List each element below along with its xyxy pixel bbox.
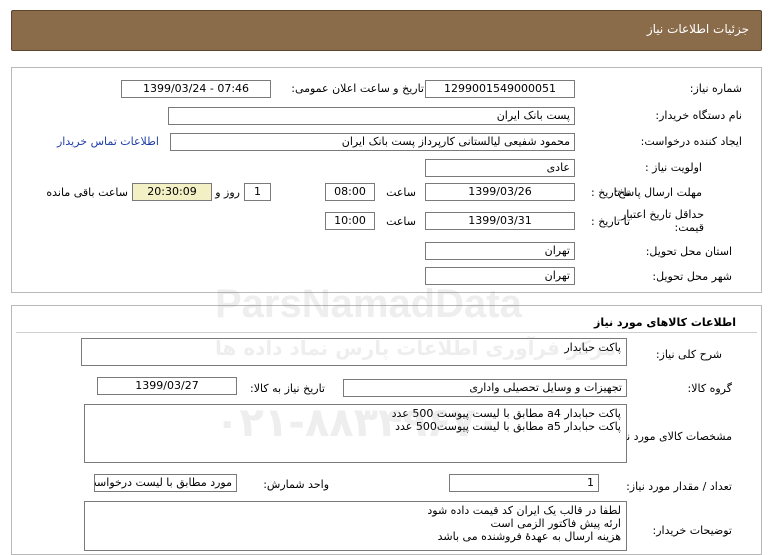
buyer-note-line: ارئه پیش فاکتور الزمی است	[490, 517, 622, 530]
announce-date-field: 1399/03/24 - 07:46	[121, 80, 271, 98]
page-title: جزئیات اطلاعات نیاز	[646, 22, 749, 36]
buyer-org-field: پست بانک ایران	[168, 107, 575, 125]
reply-time-field: 08:00	[325, 183, 375, 201]
need-date-field: 1399/03/27	[97, 377, 237, 395]
buyer-note-line: هزینه ارسال به عهدهٔ فروشنده می باشد	[437, 530, 621, 543]
quantity-field: 1	[449, 474, 599, 492]
validity-time-field: 10:00	[325, 212, 375, 230]
goods-section-title: اطلاعات کالاهای مورد نیاز	[594, 316, 736, 329]
remaining-time-field: 20:30:09	[132, 183, 212, 201]
need-info-panel	[11, 67, 762, 293]
need-summary-label: شرح کلی نیاز:	[655, 348, 722, 361]
city-field: تهران	[425, 267, 575, 285]
goods-spec-line: پاکت حبابدار a4 مطابق با لیست پیوست 500 …	[391, 407, 621, 420]
page-header: جزئیات اطلاعات نیاز	[11, 10, 762, 51]
priority-label: اولویت نیاز :	[644, 161, 702, 174]
goods-section-divider	[16, 332, 757, 333]
buyer-org-label: نام دستگاه خریدار:	[655, 109, 742, 122]
remaining-time-label: ساعت باقی مانده	[46, 186, 128, 199]
validity-time-label: ساعت	[386, 215, 416, 228]
reply-time-label: ساعت	[386, 186, 416, 199]
buyer-contact-link[interactable]: اطلاعات تماس خریدار	[57, 135, 159, 148]
days-remaining-field: 1	[244, 183, 271, 201]
buyer-notes-field: لطفا در قالب یک ایران کد قیمت داده شود ا…	[84, 501, 627, 551]
goods-specs-field: پاکت حبابدار a4 مطابق با لیست پیوست 500 …	[84, 404, 627, 463]
quantity-label: تعداد / مقدار مورد نیاز:	[626, 480, 732, 493]
reply-date-field: 1399/03/26	[425, 183, 575, 201]
creator-label: ایجاد کننده درخواست:	[640, 135, 742, 148]
priority-field: عادی	[425, 159, 575, 177]
buyer-notes-label: توضیحات خریدار:	[652, 524, 733, 537]
unit-label: واحد شمارش:	[263, 478, 329, 491]
unit-field: مورد مطابق با لیست درخواست	[94, 474, 237, 492]
buyer-note-line: لطفا در قالب یک ایران کد قیمت داده شود	[427, 504, 621, 517]
need-number-label: شماره نیاز:	[689, 82, 742, 95]
province-field: تهران	[425, 242, 575, 260]
city-label: شهر محل تحویل:	[652, 270, 732, 283]
announce-date-label: تاریخ و ساعت اعلان عمومی:	[291, 82, 424, 95]
goods-spec-line: پاکت حبابدار a5 مطابق با لیست پیوست500 ع…	[395, 420, 621, 433]
goods-group-label: گروه کالا:	[687, 382, 732, 395]
validity-date-field: 1399/03/31	[425, 212, 575, 230]
need-summary-field: پاکت حبابدار	[81, 338, 627, 366]
need-date-label: تاریخ نیاز به کالا:	[250, 382, 325, 395]
need-number-field: 1299001549000051	[425, 80, 575, 98]
validity-to-date-label: تا تاریخ :	[591, 215, 630, 228]
creator-field: محمود شفیعی لیالستانی کارپرداز پست بانک …	[170, 133, 575, 151]
reply-to-date-label: تا تاریخ :	[591, 186, 630, 199]
goods-specs-label: مشخصات کالای مورد نیاز:	[611, 430, 732, 443]
province-label: استان محل تحویل:	[645, 245, 732, 258]
goods-group-field: تجهیزات و وسایل تحصیلی واداری	[343, 379, 627, 397]
day-and-label: روز و	[215, 186, 240, 199]
